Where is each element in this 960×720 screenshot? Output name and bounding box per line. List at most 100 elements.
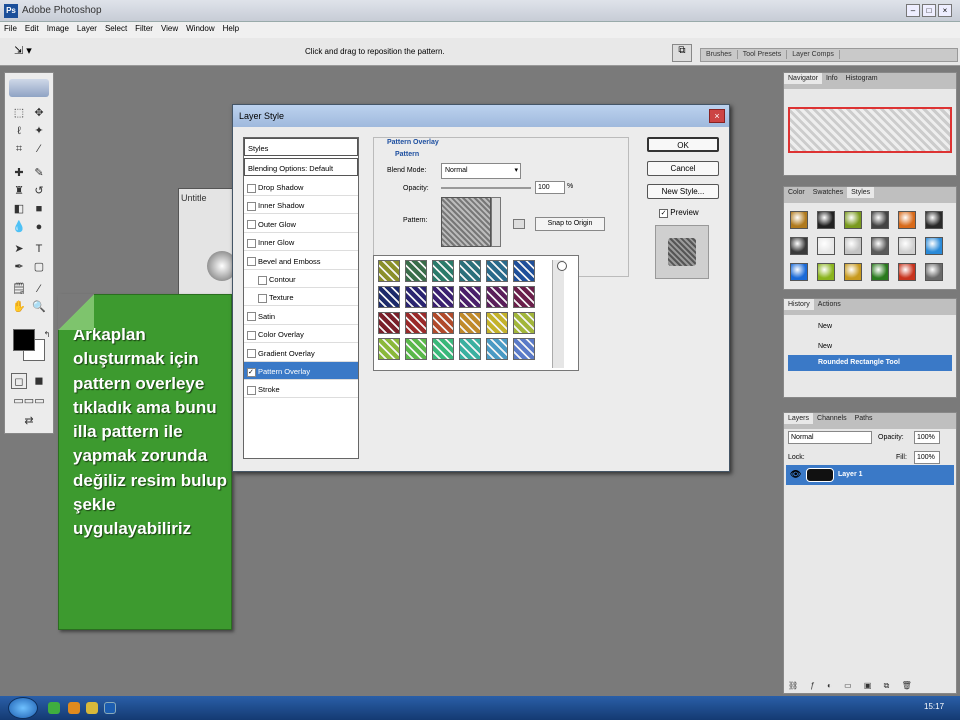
- history-brush-icon[interactable]: ↺: [31, 183, 47, 199]
- type-icon[interactable]: T: [31, 241, 47, 257]
- style-item[interactable]: Color Overlay: [244, 325, 358, 344]
- style-preset-swatch[interactable]: [925, 263, 943, 281]
- checkbox-icon[interactable]: [247, 385, 256, 395]
- layer-row[interactable]: 👁 Layer 1: [786, 465, 954, 485]
- pattern-swatch-item[interactable]: [459, 338, 481, 360]
- checkbox-icon[interactable]: [247, 238, 256, 248]
- style-preset-swatch[interactable]: [790, 263, 808, 281]
- new-preset-icon[interactable]: [513, 219, 525, 229]
- style-preset-swatch[interactable]: [790, 237, 808, 255]
- tab-info[interactable]: Info: [822, 73, 842, 84]
- blur-icon[interactable]: 💧: [11, 219, 27, 235]
- pattern-picker-dropdown[interactable]: [491, 197, 501, 247]
- pattern-swatch-item[interactable]: [432, 338, 454, 360]
- style-preset-swatch[interactable]: [844, 263, 862, 281]
- style-item[interactable]: Gradient Overlay: [244, 344, 358, 362]
- close-button[interactable]: ×: [938, 4, 952, 17]
- tab-actions[interactable]: Actions: [814, 299, 845, 310]
- blending-options[interactable]: Blending Options: Default: [244, 158, 358, 176]
- eye-icon[interactable]: 👁: [790, 469, 801, 480]
- style-preset-swatch[interactable]: [844, 211, 862, 229]
- pattern-swatch-item[interactable]: [513, 312, 535, 334]
- checkbox-icon[interactable]: [247, 201, 256, 211]
- new-style-button[interactable]: New Style...: [647, 184, 719, 199]
- tab-swatches[interactable]: Swatches: [809, 187, 847, 198]
- navigator-thumbnail[interactable]: [788, 107, 952, 153]
- menu-select[interactable]: Select: [101, 22, 131, 35]
- maximize-button[interactable]: □: [922, 4, 936, 17]
- style-preset-swatch[interactable]: [817, 211, 835, 229]
- eraser-icon[interactable]: ◧: [11, 201, 27, 217]
- style-preset-swatch[interactable]: [817, 237, 835, 255]
- tool-preset-picker[interactable]: ⇲ ▾: [14, 44, 44, 60]
- marquee-icon[interactable]: ⬚: [11, 105, 27, 121]
- brush-icon[interactable]: ✎: [31, 165, 47, 181]
- style-preset-swatch[interactable]: [871, 263, 889, 281]
- style-preset-swatch[interactable]: [871, 211, 889, 229]
- pattern-swatch-item[interactable]: [513, 260, 535, 282]
- pattern-scrollbar[interactable]: [552, 260, 564, 368]
- menu-image[interactable]: Image: [43, 22, 73, 35]
- clone-stamp-icon[interactable]: ♜: [11, 183, 27, 199]
- notes-icon[interactable]: 🗒: [11, 281, 27, 297]
- checkbox-icon[interactable]: [247, 220, 256, 230]
- tab-color[interactable]: Color: [784, 187, 809, 198]
- picker-menu-icon[interactable]: [557, 261, 567, 271]
- jump-to-imageready-icon[interactable]: ⇄: [11, 413, 47, 429]
- hand-icon[interactable]: ✋: [11, 299, 27, 315]
- style-item[interactable]: Bevel and Emboss: [244, 252, 358, 270]
- tab-paths[interactable]: Paths: [851, 413, 877, 424]
- minimize-button[interactable]: –: [906, 4, 920, 17]
- checkbox-icon[interactable]: [247, 312, 256, 322]
- pattern-swatch-item[interactable]: [378, 286, 400, 308]
- pattern-swatch-item[interactable]: [486, 312, 508, 334]
- palette-well-icon[interactable]: ⧉: [672, 44, 692, 62]
- pattern-swatch-item[interactable]: [432, 312, 454, 334]
- menu-help[interactable]: Help: [219, 22, 243, 35]
- pattern-swatch-item[interactable]: [486, 338, 508, 360]
- folder-icon[interactable]: [86, 702, 98, 714]
- eyedropper-icon[interactable]: ⁄: [31, 281, 47, 297]
- lasso-icon[interactable]: ℓ: [11, 123, 27, 139]
- style-preset-swatch[interactable]: [790, 211, 808, 229]
- style-preset-swatch[interactable]: [871, 237, 889, 255]
- style-preset-swatch[interactable]: [898, 263, 916, 281]
- magic-wand-icon[interactable]: ✦: [31, 123, 47, 139]
- style-item[interactable]: Texture: [244, 288, 358, 307]
- style-preset-swatch[interactable]: [925, 237, 943, 255]
- checkbox-icon[interactable]: [247, 257, 256, 267]
- ok-button[interactable]: OK: [647, 137, 719, 152]
- style-item[interactable]: Stroke: [244, 380, 358, 399]
- style-preset-swatch[interactable]: [898, 211, 916, 229]
- checked-checkbox-icon[interactable]: ✓: [247, 367, 256, 377]
- menu-file[interactable]: File: [0, 22, 21, 35]
- style-preset-swatch[interactable]: [844, 237, 862, 255]
- photoshop-taskbar-icon[interactable]: [104, 702, 116, 714]
- style-item[interactable]: Inner Glow: [244, 233, 358, 252]
- style-item[interactable]: Outer Glow: [244, 215, 358, 233]
- style-item[interactable]: Drop Shadow: [244, 178, 358, 196]
- pattern-swatch-item[interactable]: [432, 260, 454, 282]
- history-item-selected[interactable]: Rounded Rectangle Tool: [788, 355, 952, 371]
- menu-filter[interactable]: Filter: [131, 22, 157, 35]
- pattern-swatch[interactable]: [441, 197, 491, 247]
- opacity-input[interactable]: 100: [535, 181, 565, 194]
- pattern-swatch-item[interactable]: [378, 260, 400, 282]
- menu-edit[interactable]: Edit: [21, 22, 43, 35]
- style-item[interactable]: Inner Shadow: [244, 196, 358, 215]
- tab-navigator[interactable]: Navigator: [784, 73, 822, 84]
- path-selection-icon[interactable]: ➤: [11, 241, 27, 257]
- crop-icon[interactable]: ⌗: [11, 141, 27, 157]
- tab-channels[interactable]: Channels: [813, 413, 851, 424]
- style-preset-swatch[interactable]: [817, 263, 835, 281]
- standard-mode-icon[interactable]: ◻: [11, 373, 27, 389]
- checkbox-icon[interactable]: [247, 349, 256, 359]
- pattern-swatch-item[interactable]: [432, 286, 454, 308]
- style-preset-swatch[interactable]: [898, 237, 916, 255]
- history-item[interactable]: New: [788, 319, 952, 335]
- pattern-swatch-item[interactable]: [405, 260, 427, 282]
- pattern-swatch-item[interactable]: [513, 338, 535, 360]
- checkbox-icon[interactable]: [258, 293, 267, 303]
- pattern-swatch-item[interactable]: [378, 338, 400, 360]
- layer-opacity-input[interactable]: 100%: [914, 431, 940, 444]
